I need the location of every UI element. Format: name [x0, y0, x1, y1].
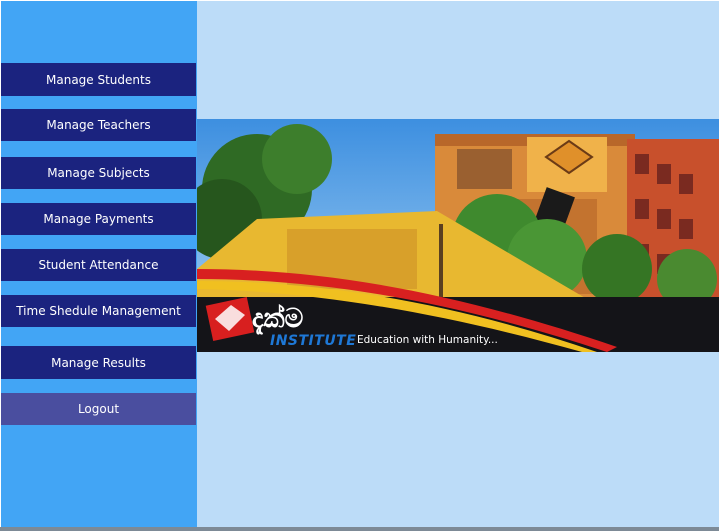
time-schedule-management-button[interactable]: Time Shedule Management: [1, 295, 196, 327]
manage-payments-button[interactable]: Manage Payments: [1, 203, 196, 235]
manage-students-button[interactable]: Manage Students: [1, 63, 196, 96]
window-bottom-edge: [0, 527, 719, 531]
logo-institute-text: INSTITUTE: [270, 333, 357, 349]
logout-button[interactable]: Logout: [1, 393, 196, 425]
banner-tagline: Education with Humanity...: [357, 334, 498, 346]
student-attendance-button[interactable]: Student Attendance: [1, 249, 196, 281]
manage-subjects-button[interactable]: Manage Subjects: [1, 157, 196, 189]
logo-sinhala-text: දැක්ම: [252, 304, 304, 334]
manage-results-button[interactable]: Manage Results: [1, 346, 196, 379]
manage-teachers-button[interactable]: Manage Teachers: [1, 109, 196, 141]
